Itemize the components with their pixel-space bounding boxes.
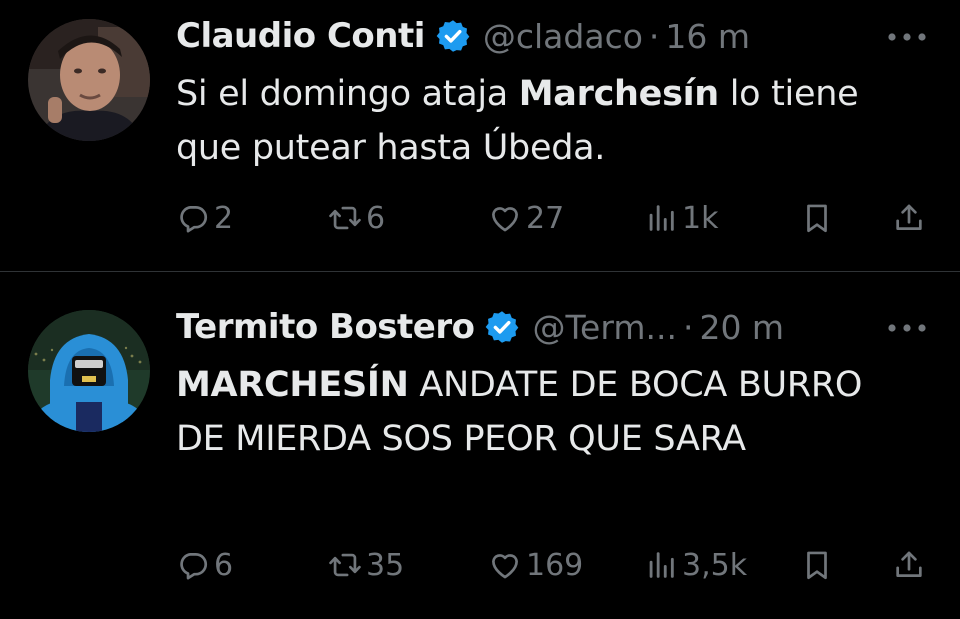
retweet-icon [328,548,362,582]
reply-button[interactable]: 6 [176,543,233,587]
verified-badge-icon [435,18,471,54]
tweet-text-part: Si el domingo ataja [176,74,519,114]
separator-dot: · [648,16,660,56]
like-button[interactable]: 169 [488,543,583,587]
views-count: 1k [682,200,719,236]
tweet-header: Termito Bostero @Term... · 20 m [176,305,960,349]
reply-icon [176,201,210,235]
share-icon [892,548,926,582]
bookmark-button[interactable] [800,196,834,240]
verified-badge-icon [484,309,520,345]
tweet-text: MARCHESÍN ANDATE DE BOCA BURRO DE MIERDA… [176,358,916,466]
views-icon [644,548,678,582]
handle[interactable]: @Term... [532,308,676,347]
like-icon [488,201,522,235]
tweet[interactable]: Termito Bostero @Term... · 20 m MARCHESÍ… [0,272,960,619]
avatar[interactable] [28,310,150,432]
bookmark-icon [800,548,834,582]
like-count: 169 [526,547,584,583]
views-button[interactable]: 1k [644,196,718,240]
share-button[interactable] [892,196,926,240]
tweet-header: Claudio Conti @cladaco · 16 m [176,14,960,58]
avatar[interactable] [28,19,150,141]
reply-icon [176,548,210,582]
tweet-text-bold: Marchesín [518,74,719,114]
timestamp[interactable]: 16 m [665,17,750,56]
retweet-button[interactable]: 6 [328,196,385,240]
views-count: 3,5k [682,547,748,583]
separator-dot: · [682,307,694,347]
tweet-text: Si el domingo ataja Marchesín lo tiene q… [176,67,916,175]
display-name[interactable]: Termito Bostero [176,307,475,347]
retweet-count: 35 [366,547,405,583]
tweet-text-bold: MARCHESÍN [176,365,409,405]
action-bar: 6 35 169 3,5k [0,543,960,587]
action-bar: 2 6 27 1k [0,196,960,240]
timestamp[interactable]: 20 m [699,308,784,347]
like-count: 27 [526,200,565,236]
share-icon [892,201,926,235]
handle[interactable]: @cladaco [483,17,643,56]
reply-count: 2 [214,200,234,236]
like-button[interactable]: 27 [488,196,564,240]
reply-button[interactable]: 2 [176,196,233,240]
retweet-icon [328,201,362,235]
retweet-button[interactable]: 35 [328,543,404,587]
views-icon [644,201,678,235]
share-button[interactable] [892,543,926,587]
more-icon[interactable] [884,311,930,345]
more-icon[interactable] [884,20,930,54]
bookmark-button[interactable] [800,543,834,587]
bookmark-icon [800,201,834,235]
tweet[interactable]: Claudio Conti @cladaco · 16 m Si el domi… [0,0,960,272]
retweet-count: 6 [366,200,386,236]
reply-count: 6 [214,547,234,583]
views-button[interactable]: 3,5k [644,543,747,587]
display-name[interactable]: Claudio Conti [176,16,425,56]
like-icon [488,548,522,582]
